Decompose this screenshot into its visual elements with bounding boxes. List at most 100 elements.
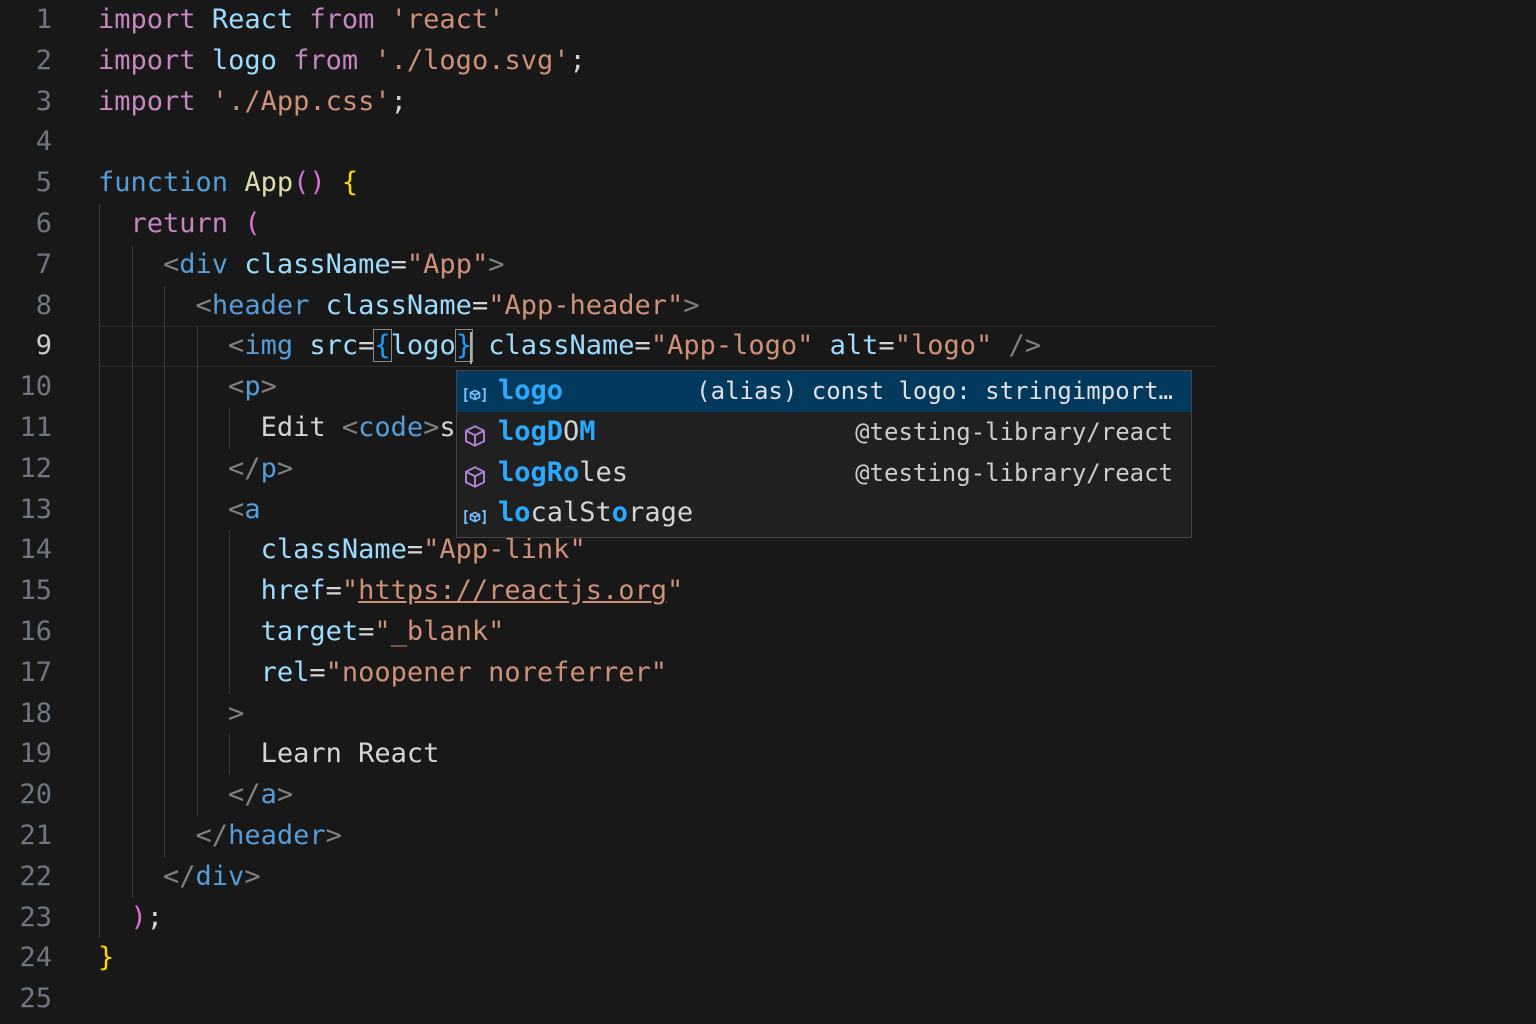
suggestion-item[interactable]: logo (alias) const logo: stringimport… <box>457 371 1191 412</box>
code-line[interactable]: 22 </div> <box>0 856 1536 898</box>
code-line[interactable]: 18 > <box>0 693 1536 735</box>
code-line[interactable]: 1 import React from 'react' <box>0 0 1536 41</box>
code-token: > <box>423 412 440 443</box>
code-token: header <box>211 289 310 321</box>
code-token: > <box>276 452 294 484</box>
line-number: 2 <box>35 44 52 76</box>
code-line[interactable]: 3 import './App.css'; <box>0 82 1536 123</box>
line-content: import './App.css'; <box>98 82 407 123</box>
code-token: href <box>260 575 326 607</box>
module-icon <box>463 420 489 447</box>
code-token: </ <box>163 860 196 892</box>
code-line[interactable]: 7 <div className="App"> <box>0 244 1536 286</box>
code-line[interactable]: 25 <box>0 979 1536 1020</box>
line-content: target="_blank" <box>98 612 505 653</box>
code-line[interactable]: 20 </a> <box>0 775 1536 816</box>
code-token: from <box>309 4 375 35</box>
code-token: "noopener noreferrer" <box>325 656 667 688</box>
code-token: alt <box>829 330 879 362</box>
suggestion-item[interactable]: localStorage <box>457 493 1191 534</box>
code-line[interactable]: 23 ); <box>0 897 1536 939</box>
line-number: 9 <box>35 330 52 362</box>
code-token: < <box>163 248 180 280</box>
match-highlight: logR <box>498 456 564 488</box>
code-line[interactable]: 17 rel="noopener noreferrer" <box>0 652 1536 694</box>
line-content: } <box>98 938 114 979</box>
code-line[interactable]: 9 <img src={logo} className="App-logo" a… <box>0 326 1536 368</box>
code-token: > <box>276 779 294 811</box>
code-token: < <box>341 412 359 443</box>
code-token: return <box>130 208 229 239</box>
line-content: href="https://reactjs.org" <box>98 571 684 612</box>
code-token: /> <box>1008 330 1042 362</box>
code-token: src <box>309 330 359 362</box>
code-token: = <box>390 248 407 280</box>
code-token: < <box>228 493 245 525</box>
suggestion-label: logRoles <box>498 453 628 494</box>
code-token: "_blank" <box>374 616 505 647</box>
code-token: Edit <box>260 412 342 443</box>
code-line[interactable]: 24} <box>0 938 1536 979</box>
code-token: = <box>878 330 895 362</box>
code-line[interactable]: 21 </header> <box>0 816 1536 857</box>
code-token: code <box>358 412 424 443</box>
suggestion-detail: @testing-library/react <box>855 458 1173 487</box>
suggestion-widget[interactable]: logo (alias) const logo: stringimport… log… <box>456 370 1192 538</box>
code-line[interactable]: 4 <box>0 122 1536 163</box>
code-line[interactable]: 2 import logo from './logo.svg'; <box>0 41 1536 82</box>
code-token: className <box>244 248 391 280</box>
line-number: 19 <box>19 738 52 770</box>
line-number: 25 <box>19 983 52 1015</box>
code-token: from <box>293 44 359 76</box>
code-token: import <box>98 44 196 76</box>
line-content: rel="noopener noreferrer" <box>98 653 667 694</box>
code-token: className <box>488 330 635 362</box>
suggestion-item[interactable]: logDOM @testing-library/react <box>457 412 1191 453</box>
code-token: 'react' <box>390 4 505 35</box>
text-cursor <box>470 332 472 364</box>
code-token: { <box>341 167 359 199</box>
suggestion-label: localStorage <box>498 493 693 534</box>
code-line[interactable]: 16 target="_blank" <box>0 612 1536 653</box>
code-token: </ <box>228 452 261 484</box>
suggestion-label: logo <box>498 371 563 412</box>
code-line[interactable]: 6 return ( <box>0 204 1536 245</box>
line-content: ); <box>98 898 164 939</box>
code-token: function <box>98 167 229 199</box>
line-content: function App() { <box>98 163 358 204</box>
code-line[interactable]: 15 href="https://reactjs.org" <box>0 571 1536 612</box>
code-editor[interactable]: 1 import React from 'react' 2 import logo f… <box>0 0 1536 1024</box>
suggestion-item[interactable]: logRoles @testing-library/react <box>457 453 1191 494</box>
line-number: 7 <box>35 248 52 280</box>
line-content: Learn React <box>98 734 440 775</box>
code-token: = <box>471 289 489 321</box>
code-token: = <box>406 534 424 566</box>
code-line[interactable]: 5 function App() { <box>0 163 1536 204</box>
code-line[interactable]: 19 Learn React <box>0 734 1536 776</box>
suggestion-detail: (alias) const logo: stringimport… <box>696 377 1173 405</box>
code-token: "App-header" <box>488 289 684 321</box>
match-highlight: lo <box>498 497 531 529</box>
label-text: rage <box>628 497 694 529</box>
line-number: 13 <box>19 493 52 525</box>
code-line[interactable]: 8 <header className="App-header"> <box>0 285 1536 327</box>
code-token: div <box>179 248 229 280</box>
code-token: App <box>244 167 294 199</box>
